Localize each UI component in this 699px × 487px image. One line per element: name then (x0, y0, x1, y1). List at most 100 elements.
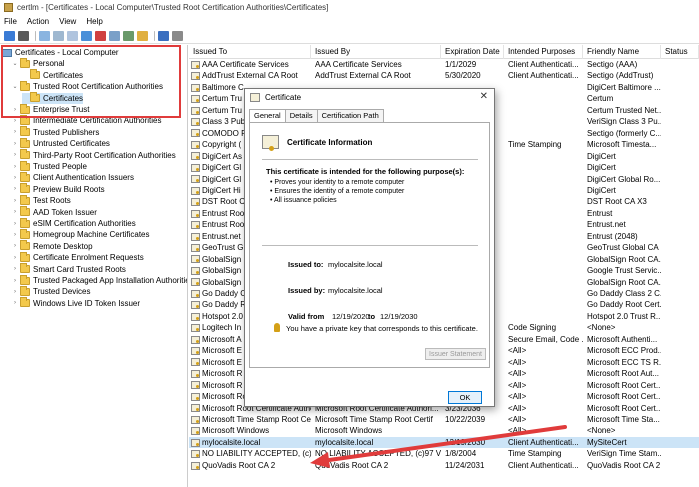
tree-node[interactable]: › Client Authentication Issuers (12, 171, 134, 183)
tree-node[interactable]: › Trusted Packaged App Installation Autho… (12, 274, 187, 286)
issued-to-value: mylocalsite.local (328, 260, 383, 269)
show-tree-icon[interactable] (53, 31, 64, 41)
collapse-arrow-icon[interactable]: › (12, 300, 18, 306)
close-icon[interactable]: ✕ (480, 91, 488, 102)
table-cell: Sectigo (AAA) (587, 60, 638, 69)
collapse-arrow-icon[interactable]: › (12, 198, 18, 204)
table-cell: Code Signing (508, 323, 557, 333)
collapse-arrow-icon[interactable]: › (12, 255, 18, 261)
table-row[interactable]: NO LIABILITY ACCEPTED, (c)97 Ve... NO LIA… (189, 448, 699, 460)
tree-node[interactable]: › Smart Card Trusted Roots (12, 263, 126, 275)
tree-node-label: Client Authentication Issuers (33, 173, 134, 183)
table-cell (661, 242, 699, 254)
column-issued-by[interactable]: Issued By (311, 45, 441, 59)
collapse-arrow-icon[interactable]: › (12, 278, 18, 284)
tree-node-label: Smart Card Trusted Roots (33, 264, 126, 274)
table-row[interactable]: Microsoft Windows Microsoft Windows <All> <… (189, 425, 699, 437)
tree-node[interactable]: › AAD Token Issuer (12, 206, 97, 218)
table-cell: DigiCert (587, 163, 616, 173)
collapse-arrow-icon[interactable]: › (12, 232, 18, 238)
certificate-icon (191, 209, 200, 218)
properties-icon[interactable] (109, 31, 120, 41)
certificate-icon (191, 427, 200, 436)
tree-node[interactable]: › Windows Live ID Token Issuer (12, 297, 140, 309)
table-cell (504, 219, 583, 231)
issued-to-cell: QuoVadis Root CA 2 (189, 460, 311, 472)
menu-help[interactable]: Help (86, 17, 102, 26)
valid-from-label: Valid from (288, 312, 325, 321)
tree-node[interactable]: › Trusted Devices (12, 285, 91, 297)
collapse-arrow-icon[interactable]: › (12, 266, 18, 272)
column-intended-purposes[interactable]: Intended Purposes (504, 45, 583, 59)
certificate-icon (191, 83, 200, 92)
table-cell: mylocalsite.local (315, 437, 374, 447)
collapse-arrow-icon[interactable]: › (12, 186, 18, 192)
collapse-arrow-icon[interactable]: › (12, 118, 18, 124)
toolbar (0, 29, 699, 44)
column-friendly-name[interactable]: Friendly Name (583, 45, 661, 59)
collapse-arrow-icon[interactable]: › (12, 221, 18, 227)
menu-view[interactable]: View (59, 17, 76, 26)
tree-node[interactable]: › Test Roots (12, 194, 71, 206)
table-row[interactable]: QuoVadis Root CA 2 QuoVadis Root CA 2 11/2… (189, 460, 699, 472)
export-icon[interactable] (137, 31, 148, 41)
ok-button[interactable]: OK (448, 391, 482, 404)
issuer-statement-button[interactable]: Issuer Statement (425, 348, 486, 360)
table-cell: <All> (508, 392, 527, 402)
up-folder-icon[interactable] (39, 31, 50, 41)
delete-icon[interactable] (95, 31, 106, 41)
tree-node[interactable]: › Trusted People (12, 160, 87, 172)
certificate-icon (191, 95, 200, 104)
table-cell: Microsoft Time Stamp Root Certif (315, 414, 433, 424)
forward-icon[interactable] (18, 31, 29, 41)
table-cell: <All> (508, 403, 527, 413)
tree-node[interactable]: › Trusted Publishers (12, 126, 99, 138)
tree-node[interactable]: › Preview Build Roots (12, 183, 105, 195)
cell-text: DigiCert As (202, 151, 243, 161)
paste-icon[interactable] (81, 31, 92, 41)
column-expiration-date[interactable]: Expiration Date (441, 45, 504, 59)
collapse-arrow-icon[interactable]: › (12, 164, 18, 170)
collapse-arrow-icon[interactable]: › (12, 152, 18, 158)
certificate-icon (191, 72, 200, 81)
tree-node[interactable]: › Third-Party Root Certification Authorit… (12, 149, 176, 161)
tab-certification-path[interactable]: Certification Path (316, 109, 384, 122)
back-icon[interactable] (4, 31, 15, 41)
copy-icon[interactable] (67, 31, 78, 41)
table-row[interactable]: mylocalsite.local mylocalsite.local 12/19/… (189, 436, 699, 449)
menu-action[interactable]: Action (27, 17, 49, 26)
tab-details[interactable]: Details (284, 109, 318, 122)
console-icon[interactable] (172, 31, 183, 41)
tree-node[interactable]: › Homegroup Machine Certificates (12, 228, 150, 240)
tab-general[interactable]: General (249, 109, 286, 123)
tree-node[interactable]: › Remote Desktop (12, 240, 93, 252)
table-row[interactable]: AAA Certificate Services AAA Certificate … (189, 59, 699, 71)
tree-node-label: Untrusted Certificates (33, 139, 110, 149)
collapse-arrow-icon[interactable]: › (12, 129, 18, 135)
collapse-arrow-icon[interactable]: › (12, 175, 18, 181)
table-cell: 5/30/2020 (445, 71, 481, 81)
help-icon[interactable] (158, 31, 169, 41)
table-cell: Microsoft Windows (315, 426, 383, 436)
table-row[interactable]: AddTrust External CA Root AddTrust Extern… (189, 70, 699, 82)
tree-node[interactable]: › Untrusted Certificates (12, 137, 110, 149)
collapse-arrow-icon[interactable]: › (12, 209, 18, 215)
column-issued-to[interactable]: Issued To (189, 45, 311, 59)
tree-node[interactable]: › Certificate Enrolment Requests (12, 251, 144, 263)
tree-node[interactable]: › eSIM Certification Authorities (12, 217, 136, 229)
table-cell (661, 231, 699, 243)
refresh-icon[interactable] (123, 31, 134, 41)
table-row[interactable]: Microsoft Time Stamp Root Cer... Microsof… (189, 414, 699, 426)
table-cell: Entrust (587, 208, 613, 218)
collapse-arrow-icon[interactable]: › (12, 141, 18, 147)
table-cell: <All> (508, 369, 527, 379)
folder-icon (20, 160, 30, 171)
table-cell (661, 151, 699, 163)
table-cell: Client Authenticati... (508, 71, 579, 81)
issued-to-label: Issued to: (288, 260, 324, 269)
menu-file[interactable]: File (4, 17, 17, 26)
collapse-arrow-icon[interactable]: › (12, 243, 18, 249)
tree-node-label: Preview Build Roots (33, 184, 105, 194)
collapse-arrow-icon[interactable]: › (12, 289, 18, 295)
column-status[interactable]: Status (661, 45, 699, 59)
